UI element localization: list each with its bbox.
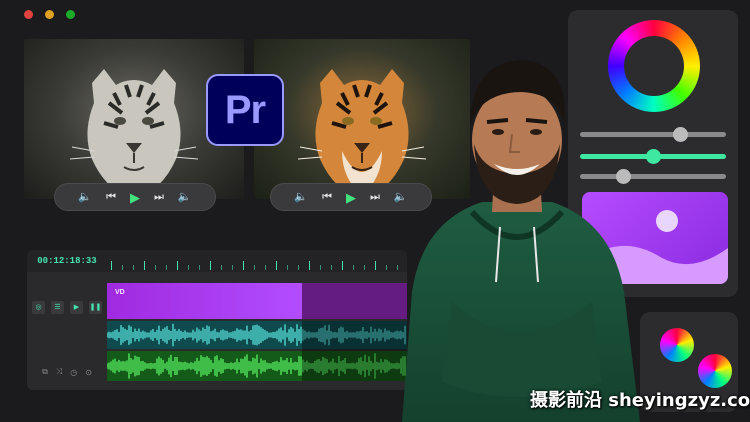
timecode: 00:12:18:33 (27, 250, 107, 272)
video-clip[interactable]: VD (107, 283, 302, 319)
window-controls (24, 10, 75, 19)
ruler-tick (122, 265, 123, 270)
skip-back-button[interactable]: ⏮ (322, 191, 332, 203)
ruler-tick (188, 265, 189, 270)
menu-icon[interactable]: ☰ (51, 300, 64, 314)
ruler-tick (144, 261, 145, 270)
ruler-tick (276, 261, 277, 270)
skip-back-button[interactable]: ⏮ (106, 191, 116, 203)
track-controls: ◎ ☰ ▶ ❚❚ (29, 297, 105, 317)
volume-icon[interactable]: 🔈 (178, 191, 192, 203)
timeline-ruler[interactable] (107, 250, 407, 272)
maximize-dot[interactable] (66, 10, 75, 19)
ruler-tick (331, 265, 332, 270)
premiere-pro-logo: Pr (206, 74, 284, 146)
play-icon[interactable]: ▶ (70, 300, 83, 314)
pause-icon[interactable]: ❚❚ (89, 300, 102, 314)
shuffle-icon[interactable]: ⤨ (56, 367, 62, 377)
tiger-image (69, 69, 199, 199)
ruler-tick (375, 261, 376, 270)
video-clip-label: VD (115, 289, 125, 296)
ruler-tick (364, 265, 365, 270)
volume-icon[interactable]: 🔈 (78, 191, 92, 203)
player-controls-left: 🔈 ⏮ ▶ ⏭ 🔈 (54, 183, 216, 211)
presenter-photo (402, 60, 640, 422)
ruler-tick (309, 261, 310, 270)
play-button[interactable]: ▶ (130, 191, 140, 204)
close-dot[interactable] (24, 10, 33, 19)
watermark-text: 摄影前沿 sheyingzyz.com (530, 390, 750, 411)
volume-icon[interactable]: 🔈 (294, 191, 308, 203)
play-button[interactable]: ▶ (346, 191, 356, 204)
ruler-tick (133, 265, 134, 270)
ruler-tick (320, 265, 321, 270)
ruler-tick (155, 265, 156, 270)
ruler-tick (287, 265, 288, 270)
ruler-tick (221, 265, 222, 270)
track-controls-secondary: ⧉ ⤨ ◷ ⊙ (29, 364, 105, 380)
minimize-dot[interactable] (45, 10, 54, 19)
record-icon[interactable]: ⊙ (85, 368, 92, 377)
ruler-tick (177, 261, 178, 270)
slider-knob[interactable] (673, 127, 688, 142)
color-ring-icon[interactable] (660, 328, 694, 362)
ruler-tick (254, 265, 255, 270)
ruler-tick (353, 265, 354, 270)
ruler-tick (111, 261, 112, 270)
skip-forward-button[interactable]: ⏭ (154, 191, 164, 203)
logo-text: Pr (224, 87, 266, 132)
clock-icon[interactable]: ◷ (70, 368, 77, 377)
copy-icon[interactable]: ⧉ (42, 367, 48, 377)
ruler-tick (243, 261, 244, 270)
ruler-tick (232, 265, 233, 270)
ruler-tick (199, 265, 200, 270)
skip-forward-button[interactable]: ⏭ (370, 191, 380, 203)
ruler-tick (166, 265, 167, 270)
ruler-tick (265, 265, 266, 270)
ruler-tick (342, 261, 343, 270)
ruler-tick (298, 265, 299, 270)
target-icon[interactable]: ◎ (32, 300, 45, 314)
ruler-tick (210, 261, 211, 270)
color-ring-icon[interactable] (698, 354, 732, 388)
timeline-panel: 00:12:18:33 ◎ ☰ ▶ ❚❚ ⧉ ⤨ ◷ ⊙ VD (27, 250, 407, 390)
